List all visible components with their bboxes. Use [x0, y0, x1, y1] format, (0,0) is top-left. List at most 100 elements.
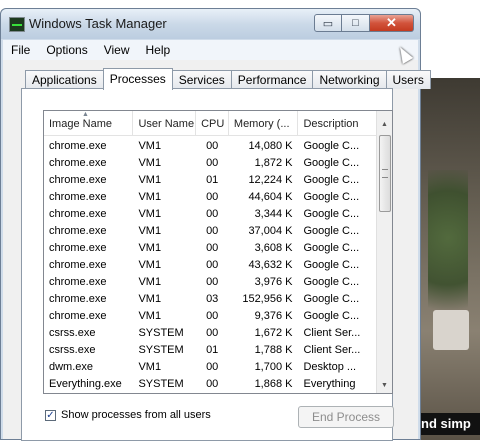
cell-image-name: csrss.exe [49, 327, 96, 339]
scroll-up-icon[interactable]: ▲ [377, 117, 392, 132]
table-row[interactable]: chrome.exe VM1 00 3,344 K Google C... [44, 206, 377, 223]
cell-image-name: chrome.exe [49, 157, 107, 169]
window-body: Applications Processes Services Performa… [3, 60, 431, 441]
scroll-down-icon[interactable]: ▼ [377, 378, 392, 393]
cell-memory: 152,956 K [242, 293, 293, 305]
cell-description: Client Ser... [303, 327, 361, 339]
cell-user-name: VM1 [138, 276, 162, 288]
cell-image-name: chrome.exe [49, 276, 107, 288]
tab-users[interactable]: Users [385, 70, 431, 89]
cell-cpu: 00 [206, 361, 219, 373]
window-title: Windows Task Manager [29, 16, 167, 31]
table-row[interactable]: csrss.exe SYSTEM 01 1,788 K Client Ser... [44, 342, 377, 359]
tab-networking[interactable]: Networking [312, 70, 387, 89]
cell-cpu: 00 [206, 140, 219, 152]
table-row[interactable]: csrss.exe SYSTEM 00 1,672 K Client Ser... [44, 325, 377, 342]
menu-help[interactable]: Help [138, 43, 179, 57]
table-row[interactable]: Everything.exe SYSTEM 00 1,868 K Everything [44, 376, 377, 393]
cell-memory: 12,224 K [248, 174, 293, 186]
table-row[interactable]: chrome.exe VM1 01 12,224 K Google C... [44, 172, 377, 189]
cell-image-name: chrome.exe [49, 293, 107, 305]
minimize-button[interactable]: ▭ [314, 14, 342, 32]
title-bar[interactable]: Windows Task Manager ▭ □ ✕ [1, 9, 420, 39]
background-caption: nd simp [418, 413, 480, 435]
minimize-icon: ▭ [322, 17, 334, 30]
header-memory[interactable]: Memory (... [229, 111, 299, 135]
cell-image-name: Everything.exe [49, 378, 122, 390]
scroll-thumb[interactable] [379, 135, 391, 212]
tab-processes[interactable]: Processes [102, 68, 173, 90]
tab-services[interactable]: Services [171, 70, 232, 89]
sort-ascending-icon: ▲ [82, 111, 89, 118]
cell-user-name: SYSTEM [138, 344, 184, 356]
cell-memory: 43,632 K [248, 259, 293, 271]
cell-image-name: chrome.exe [49, 191, 107, 203]
cell-cpu: 00 [206, 225, 219, 237]
process-rows: chrome.exe VM1 00 14,080 K Google C... chrome… [44, 138, 377, 393]
header-cpu[interactable]: CPU [196, 111, 229, 135]
cell-user-name: SYSTEM [138, 378, 184, 390]
cell-memory: 1,672 K [254, 327, 293, 339]
header-image-name[interactable]: ▲ Image Name [44, 111, 134, 135]
table-row[interactable]: chrome.exe VM1 03 152,956 K Google C... [44, 291, 377, 308]
cell-user-name: VM1 [138, 140, 162, 152]
tab-performance[interactable]: Performance [230, 70, 314, 89]
menu-file[interactable]: File [3, 43, 38, 57]
cell-image-name: csrss.exe [49, 344, 96, 356]
table-row[interactable]: chrome.exe VM1 00 3,608 K Google C... [44, 240, 377, 257]
task-manager-window: Windows Task Manager ▭ □ ✕ File Options … [0, 8, 431, 441]
cell-description: Google C... [303, 174, 360, 186]
cell-memory: 3,976 K [254, 276, 293, 288]
cell-description: Google C... [303, 259, 360, 271]
cell-description: Google C... [303, 225, 360, 237]
vertical-scrollbar[interactable]: ▲ ▼ [376, 111, 392, 393]
tab-strip: Applications Processes Services Performa… [25, 68, 431, 90]
cell-user-name: VM1 [138, 293, 162, 305]
cell-image-name: chrome.exe [49, 208, 107, 220]
cell-memory: 9,376 K [254, 310, 293, 322]
cell-user-name: VM1 [138, 225, 162, 237]
tab-applications[interactable]: Applications [25, 70, 104, 89]
show-all-users-row[interactable]: ✓ Show processes from all users [45, 409, 211, 421]
cell-image-name: chrome.exe [49, 140, 107, 152]
menu-view[interactable]: View [96, 43, 138, 57]
cell-cpu: 00 [206, 191, 219, 203]
table-row[interactable]: dwm.exe VM1 00 1,700 K Desktop ... [44, 359, 377, 376]
cell-user-name: VM1 [138, 174, 162, 186]
show-all-users-label: Show processes from all users [61, 409, 211, 421]
header-user-name[interactable]: User Name [133, 111, 197, 135]
cell-user-name: VM1 [138, 191, 162, 203]
cell-memory: 14,080 K [248, 140, 293, 152]
cell-cpu: 00 [206, 208, 219, 220]
cell-user-name: VM1 [138, 157, 162, 169]
cell-cpu: 00 [206, 310, 219, 322]
cell-description: Google C... [303, 140, 360, 152]
table-row[interactable]: chrome.exe VM1 00 37,004 K Google C... [44, 223, 377, 240]
cell-memory: 37,004 K [248, 225, 293, 237]
table-row[interactable]: chrome.exe VM1 00 9,376 K Google C... [44, 308, 377, 325]
show-all-users-checkbox[interactable]: ✓ [45, 409, 56, 421]
cell-cpu: 00 [206, 276, 219, 288]
cell-image-name: chrome.exe [49, 225, 107, 237]
end-process-button[interactable]: End Process [298, 406, 394, 428]
table-row[interactable]: chrome.exe VM1 00 3,976 K Google C... [44, 274, 377, 291]
cell-cpu: 00 [206, 259, 219, 271]
cell-cpu: 00 [206, 378, 219, 390]
table-row[interactable]: chrome.exe VM1 00 43,632 K Google C... [44, 257, 377, 274]
cell-user-name: SYSTEM [138, 327, 184, 339]
table-row[interactable]: chrome.exe VM1 00 44,604 K Google C... [44, 189, 377, 206]
table-row[interactable]: chrome.exe VM1 00 1,872 K Google C... [44, 155, 377, 172]
maximize-button[interactable]: □ [342, 14, 370, 32]
close-button[interactable]: ✕ [370, 14, 414, 32]
cell-cpu: 00 [206, 157, 219, 169]
column-headers: ▲ Image Name User Name CPU Memory (... D… [44, 111, 377, 136]
cell-description: Google C... [303, 276, 360, 288]
header-description[interactable]: Description [298, 111, 377, 135]
cell-user-name: VM1 [138, 259, 162, 271]
menu-options[interactable]: Options [38, 43, 95, 57]
cell-image-name: chrome.exe [49, 174, 107, 186]
process-list[interactable]: ▲ Image Name User Name CPU Memory (... D… [43, 110, 393, 394]
cell-cpu: 01 [206, 344, 219, 356]
table-row[interactable]: chrome.exe VM1 00 14,080 K Google C... [44, 138, 377, 155]
cell-description: Desktop ... [303, 361, 357, 373]
